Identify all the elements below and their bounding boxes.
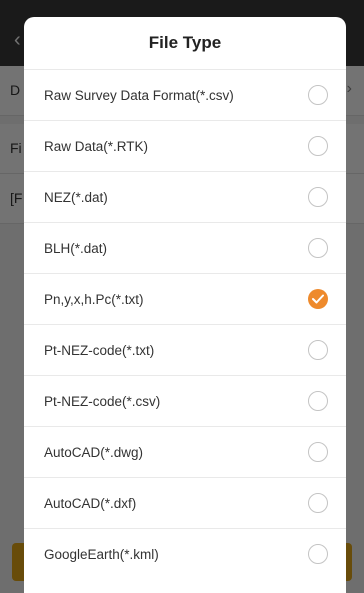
file-type-option-label: AutoCAD(*.dwg) xyxy=(44,444,144,460)
file-type-option-label: GoogleEarth(*.kml) xyxy=(44,546,159,562)
file-type-option-label: NEZ(*.dat) xyxy=(44,189,108,205)
file-type-option-label: BLH(*.dat) xyxy=(44,240,108,256)
file-type-option-label: Raw Survey Data Format(*.csv) xyxy=(44,87,234,103)
file-type-option[interactable]: Pt-NEZ-code(*.txt) xyxy=(24,324,346,375)
radio-empty-icon[interactable] xyxy=(308,85,328,105)
file-type-option-label: Pn,y,x,h.Pc(*.txt) xyxy=(44,291,144,307)
check-icon[interactable] xyxy=(308,289,328,309)
dialog-title: File Type xyxy=(148,33,222,52)
file-type-option[interactable]: AutoCAD(*.dwg) xyxy=(24,426,346,477)
file-type-option[interactable]: Pn,y,x,h.Pc(*.txt) xyxy=(24,273,346,324)
file-type-option[interactable]: GoogleEarth(*.kml) xyxy=(24,528,346,579)
radio-empty-icon[interactable] xyxy=(308,544,328,564)
file-type-option[interactable]: Raw Data(*.RTK) xyxy=(24,120,346,171)
file-type-option[interactable]: NEZ(*.dat) xyxy=(24,171,346,222)
file-type-option-label: Raw Data(*.RTK) xyxy=(44,138,149,154)
radio-empty-icon[interactable] xyxy=(308,187,328,207)
radio-empty-icon[interactable] xyxy=(308,391,328,411)
file-type-option-label: Pt-NEZ-code(*.txt) xyxy=(44,342,155,358)
file-type-option[interactable]: BLH(*.dat) xyxy=(24,222,346,273)
radio-empty-icon[interactable] xyxy=(308,442,328,462)
file-type-option[interactable]: Raw Survey Data Format(*.csv) xyxy=(24,69,346,120)
file-type-option[interactable]: AutoCAD(*.dxf) xyxy=(24,477,346,528)
radio-empty-icon[interactable] xyxy=(308,136,328,156)
file-type-option-label: AutoCAD(*.dxf) xyxy=(44,495,137,511)
file-type-dialog: File Type Raw Survey Data Format(*.csv) R… xyxy=(24,17,346,593)
file-type-option-label: Pt-NEZ-code(*.csv) xyxy=(44,393,161,409)
radio-empty-icon[interactable] xyxy=(308,340,328,360)
file-type-option-list: Raw Survey Data Format(*.csv) Raw Data(*.… xyxy=(24,69,346,579)
file-type-option[interactable]: Pt-NEZ-code(*.csv) xyxy=(24,375,346,426)
radio-empty-icon[interactable] xyxy=(308,238,328,258)
radio-empty-icon[interactable] xyxy=(308,493,328,513)
